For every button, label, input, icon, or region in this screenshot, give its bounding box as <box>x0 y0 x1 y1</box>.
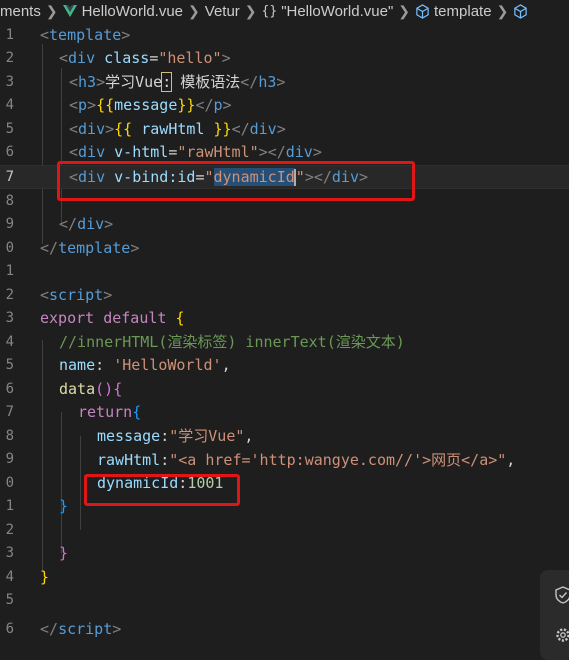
code-text: rawHtml:"<a href='http:wangye.com//'>网页<… <box>97 450 516 469</box>
code-line: 9 </div> <box>0 213 569 237</box>
code-text: data(){ <box>59 379 123 398</box>
code-line: 6 </script> <box>0 617 569 641</box>
code-text: <template> <box>40 25 131 44</box>
code-line: 4 } <box>0 565 569 589</box>
line-number: 2 <box>5 50 14 67</box>
code-text: } <box>59 544 69 563</box>
code-text: <script> <box>40 285 113 304</box>
code-line: 2 <script> <box>0 283 569 307</box>
code-text: name: 'HelloWorld', <box>59 356 231 375</box>
code-text: <h3>学习Vue: 模板语法</h3> <box>69 72 286 93</box>
breadcrumb-segment-module[interactable]: {} "HelloWorld.vue" <box>262 3 394 20</box>
breadcrumb-vetur-label: Vetur <box>204 2 240 20</box>
cube-icon <box>416 3 429 19</box>
breadcrumb-file-label: HelloWorld.vue <box>81 2 184 20</box>
code-line: 5 name: 'HelloWorld', <box>0 354 569 378</box>
line-number: 1 <box>5 26 14 43</box>
line-number: 4 <box>5 333 14 350</box>
code-text: } <box>40 567 50 586</box>
breadcrumb: ments ❯ HelloWorld.vue ❯ Vetur ❯ {} "Hel… <box>0 0 569 22</box>
shield-check-icon[interactable] <box>554 586 569 604</box>
line-number: 4 <box>5 568 14 585</box>
breadcrumb-segment-next[interactable] <box>513 3 532 19</box>
line-number: 4 <box>5 97 14 114</box>
gear-icon[interactable] <box>554 626 569 644</box>
code-comment: //innerHTML(渲染标签) innerText(渲染文本) <box>59 333 405 352</box>
line-number: 3 <box>5 73 14 90</box>
line-number: 5 <box>5 592 14 609</box>
chevron-right-icon: ❯ <box>45 2 58 19</box>
code-text: } <box>59 497 69 516</box>
highlight-box-vbind <box>57 161 415 201</box>
breadcrumb-segment-template[interactable]: template <box>415 3 492 20</box>
code-editor[interactable]: 1 <template> 2 <div class="hello"> 3 <h3… <box>0 22 569 650</box>
code-line: 1 <box>0 260 569 284</box>
code-text: return{ <box>78 403 142 422</box>
line-number: 6 <box>5 144 14 161</box>
vue-icon <box>62 5 77 17</box>
code-line: 5 <box>0 589 569 613</box>
code-text: export default { <box>40 309 185 328</box>
code-line: 3 <h3>学习Vue: 模板语法</h3> <box>0 70 569 94</box>
line-number: 1 <box>5 263 14 280</box>
code-text: message:"学习Vue", <box>97 427 254 446</box>
code-text: <p>{{message}}</p> <box>69 96 232 115</box>
chevron-right-icon: ❯ <box>188 2 200 19</box>
code-line: 5 <div>{{ rawHtml }}</div> <box>0 117 569 141</box>
code-line: 4 <p>{{message}}</p> <box>0 94 569 118</box>
code-line: 7 return{ <box>0 401 569 425</box>
line-number: 5 <box>5 357 14 374</box>
breadcrumb-segment-folder[interactable]: ments <box>0 3 41 20</box>
line-number: 5 <box>5 120 14 137</box>
line-number: 9 <box>5 216 14 233</box>
line-number: 7 <box>5 168 14 185</box>
line-number: 3 <box>5 545 14 562</box>
line-number: 6 <box>5 620 14 637</box>
code-text: </script> <box>40 619 122 638</box>
breadcrumb-folder-label: ments <box>0 2 41 20</box>
code-line: 2 <div class="hello"> <box>0 47 569 71</box>
code-text: </template> <box>40 238 140 257</box>
code-line: 8 message:"学习Vue", <box>0 424 569 448</box>
code-text: <div v-html="rawHtml"></div> <box>69 143 322 162</box>
chevron-right-icon: ❯ <box>398 2 411 19</box>
code-line: 0 </template> <box>0 236 569 260</box>
line-number: 8 <box>5 427 14 444</box>
breadcrumb-module-label: "HelloWorld.vue" <box>281 2 394 20</box>
line-number: 0 <box>5 474 14 491</box>
code-line: 3 export default { <box>0 307 569 331</box>
line-number: 2 <box>5 521 14 538</box>
breadcrumb-template-label: template <box>434 2 492 20</box>
code-line: 4 //innerHTML(渲染标签) innerText(渲染文本) <box>0 330 569 354</box>
line-number: 9 <box>5 451 14 468</box>
breadcrumb-segment-file[interactable]: HelloWorld.vue <box>62 2 184 20</box>
code-text: </div> <box>59 215 114 234</box>
line-number: 8 <box>5 192 14 209</box>
cube-icon <box>514 3 528 19</box>
chevron-right-icon: ❯ <box>496 2 509 19</box>
breadcrumb-segment-vetur[interactable]: Vetur <box>205 3 240 20</box>
code-line: 2 <box>0 518 569 542</box>
line-number: 7 <box>5 404 14 421</box>
code-line: 1 <template> <box>0 23 569 47</box>
floating-toolbar <box>540 570 569 660</box>
line-number: 1 <box>5 498 14 515</box>
line-number: 0 <box>5 239 14 256</box>
code-line: 3 } <box>0 542 569 566</box>
line-number: 6 <box>5 380 14 397</box>
code-line: 6 data(){ <box>0 377 569 401</box>
braces-icon: {} <box>261 3 278 19</box>
line-number: 2 <box>5 286 14 303</box>
line-number: 3 <box>5 310 14 327</box>
chevron-right-icon: ❯ <box>244 2 257 19</box>
code-line: 9 rawHtml:"<a href='http:wangye.com//'>网… <box>0 448 569 472</box>
code-text: <div>{{ rawHtml }}</div> <box>69 119 286 138</box>
highlight-box-dynamicid <box>84 474 240 506</box>
code-text: <div class="hello"> <box>59 49 231 68</box>
